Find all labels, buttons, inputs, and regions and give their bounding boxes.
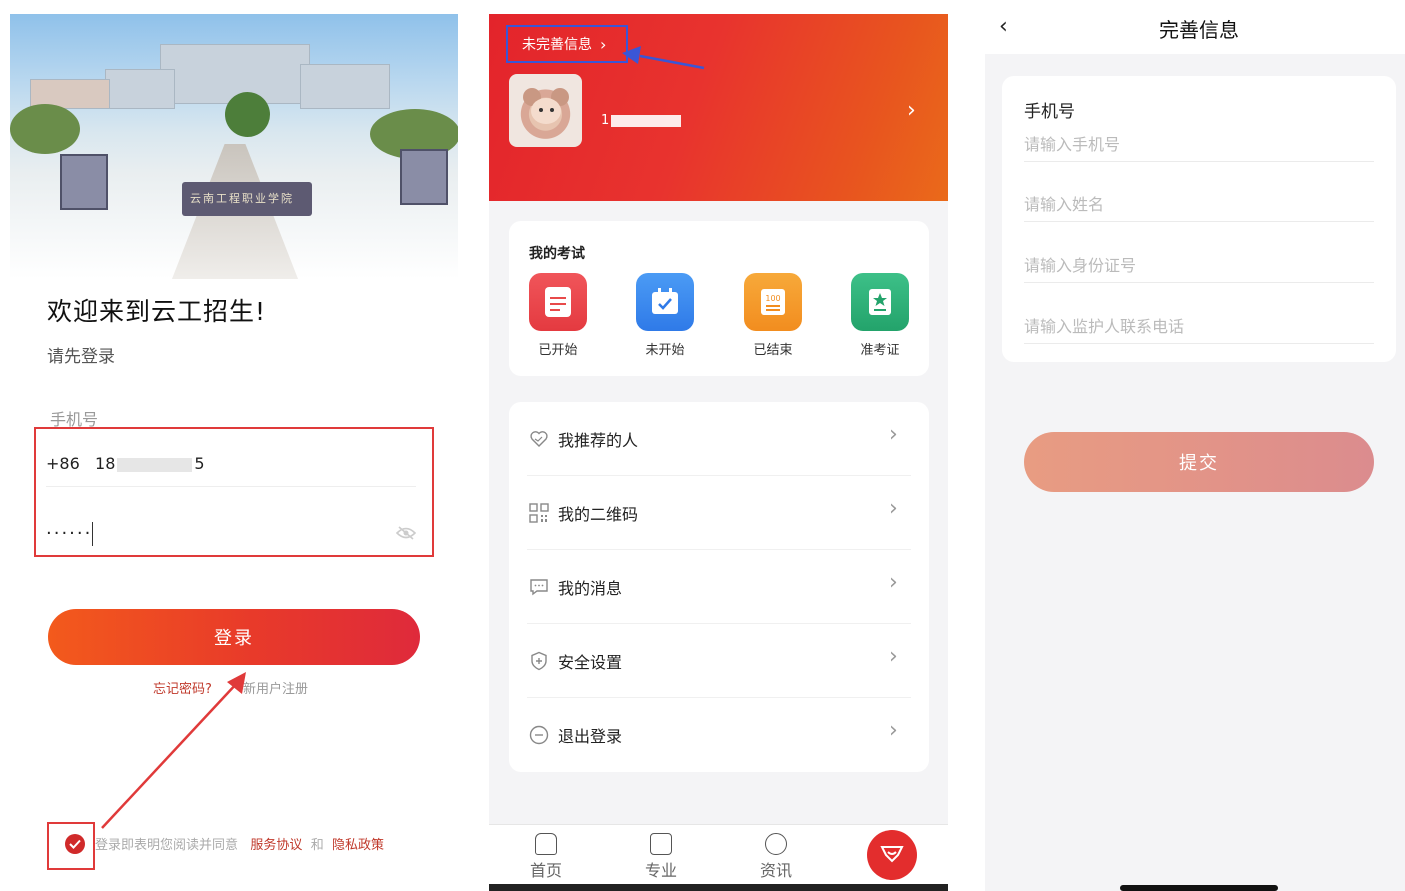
username: 1 bbox=[601, 113, 682, 128]
eye-hidden-icon[interactable] bbox=[396, 526, 416, 540]
phone-suffix: 5 bbox=[194, 454, 205, 473]
privacy-policy-link[interactable]: 隐私政策 bbox=[332, 838, 384, 853]
menu-item-security[interactable]: 安全设置 › bbox=[509, 624, 929, 698]
admission-ticket[interactable]: 准考证 bbox=[845, 273, 915, 358]
book-icon bbox=[650, 833, 672, 855]
tab-majors[interactable]: 专业 bbox=[631, 833, 691, 881]
complete-info-screen: 完善信息 ‹ 手机号 提交 bbox=[985, 0, 1405, 891]
home-indicator bbox=[489, 884, 948, 891]
back-chevron-icon[interactable]: ‹ bbox=[999, 14, 1008, 39]
username-redaction bbox=[611, 114, 682, 127]
admission-ticket-icon bbox=[851, 273, 909, 331]
profile-menu-card: 我推荐的人 › 我的二维码 › 我的消息 › 安全设置 › 退出登录 › bbox=[509, 402, 929, 772]
campus-banner-image: 云南工程职业学院 bbox=[10, 14, 458, 279]
consent-text: 登录即表明您阅读并同意 服务协议 和 隐私政策 bbox=[95, 834, 384, 853]
exam-not-started[interactable]: 未开始 bbox=[630, 273, 700, 358]
menu-label-referrals: 我推荐的人 bbox=[558, 431, 639, 450]
consent-label: 登录即表明您阅读并同意 bbox=[95, 838, 239, 853]
guardian-phone-field[interactable] bbox=[1024, 314, 1374, 344]
chevron-right-icon: › bbox=[889, 644, 898, 669]
tab-news-label: 资讯 bbox=[759, 861, 792, 880]
calendar-check-icon bbox=[636, 273, 694, 331]
menu-label-messages: 我的消息 bbox=[558, 579, 623, 598]
tab-home[interactable]: 首页 bbox=[516, 833, 576, 881]
shield-icon bbox=[531, 651, 547, 671]
exam-ended[interactable]: 100 已结束 bbox=[738, 273, 808, 358]
consent-and: 和 bbox=[310, 838, 324, 853]
incomplete-info-label: 未完善信息 bbox=[522, 37, 592, 53]
page-title: 完善信息 bbox=[1159, 18, 1239, 42]
register-link[interactable]: 新用户注册 bbox=[243, 678, 308, 697]
news-icon bbox=[765, 833, 787, 855]
password-input[interactable]: ······ bbox=[46, 522, 94, 546]
menu-label-security: 安全设置 bbox=[558, 653, 623, 672]
score-100-icon: 100 bbox=[744, 273, 802, 331]
tab-home-label: 首页 bbox=[529, 861, 562, 880]
home-icon bbox=[535, 833, 557, 855]
text-caret bbox=[92, 522, 94, 546]
exam-not-started-label: 未开始 bbox=[645, 343, 685, 358]
tab-mine-button[interactable] bbox=[867, 830, 917, 880]
document-icon bbox=[529, 273, 587, 331]
message-icon bbox=[530, 579, 548, 596]
checkbox-checked-icon[interactable] bbox=[65, 834, 85, 854]
password-mask: ······ bbox=[46, 523, 93, 544]
credentials-highlight-box bbox=[34, 427, 434, 557]
phone-redaction bbox=[117, 457, 193, 472]
id-number-field[interactable] bbox=[1024, 253, 1374, 283]
chevron-right-icon: › bbox=[600, 34, 607, 54]
info-form-card: 手机号 bbox=[1002, 76, 1396, 362]
username-prefix: 1 bbox=[601, 113, 610, 128]
chevron-right-icon: › bbox=[889, 422, 898, 447]
qr-code-icon bbox=[529, 503, 549, 523]
mine-icon bbox=[880, 845, 904, 862]
heart-handshake-icon bbox=[530, 431, 548, 447]
forgot-password-link[interactable]: 忘记密码? bbox=[153, 678, 212, 697]
avatar[interactable] bbox=[509, 74, 582, 147]
tab-majors-label: 专业 bbox=[644, 861, 677, 880]
menu-label-qr-code: 我的二维码 bbox=[558, 505, 639, 524]
chevron-right-icon: › bbox=[889, 496, 898, 521]
login-subtitle: 请先登录 bbox=[47, 347, 115, 367]
phone-field-label: 手机号 bbox=[1024, 102, 1075, 122]
submit-button[interactable]: 提交 bbox=[1024, 432, 1374, 492]
tab-news[interactable]: 资讯 bbox=[746, 833, 806, 881]
menu-item-logout[interactable]: 退出登录 › bbox=[509, 698, 929, 772]
service-agreement-link[interactable]: 服务协议 bbox=[250, 838, 302, 853]
profile-header: 未完善信息 › 1 › bbox=[489, 14, 948, 201]
campus-gate: 云南工程职业学院 bbox=[182, 182, 312, 216]
menu-item-qr-code[interactable]: 我的二维码 › bbox=[509, 476, 929, 550]
field-divider bbox=[46, 486, 416, 487]
login-screen: 云南工程职业学院 欢迎来到云工招生! 请先登录 手机号 +86 18 5 ····… bbox=[10, 14, 458, 891]
bottom-tab-bar: 首页 专业 资讯 bbox=[489, 824, 948, 891]
phone-prefix: 18 bbox=[95, 454, 116, 473]
incomplete-info-button[interactable]: 未完善信息 › bbox=[506, 25, 628, 63]
exam-section-title: 我的考试 bbox=[529, 246, 585, 262]
welcome-title: 欢迎来到云工招生! bbox=[47, 297, 267, 326]
country-code[interactable]: +86 bbox=[46, 454, 80, 473]
menu-item-messages[interactable]: 我的消息 › bbox=[509, 550, 929, 624]
phone-input[interactable]: +86 18 5 bbox=[46, 454, 205, 473]
exam-started[interactable]: 已开始 bbox=[523, 273, 593, 358]
login-button[interactable]: 登录 bbox=[48, 609, 420, 665]
menu-item-referrals[interactable]: 我推荐的人 › bbox=[509, 402, 929, 476]
chevron-right-icon: › bbox=[889, 570, 898, 595]
admission-ticket-label: 准考证 bbox=[860, 343, 900, 358]
svg-text:100: 100 bbox=[765, 294, 780, 303]
menu-label-logout: 退出登录 bbox=[558, 727, 623, 746]
exam-ended-label: 已结束 bbox=[753, 343, 793, 358]
phone-field[interactable] bbox=[1024, 132, 1374, 162]
chevron-right-icon: › bbox=[889, 718, 898, 743]
gate-sign: 云南工程职业学院 bbox=[190, 192, 294, 205]
logout-icon bbox=[529, 725, 549, 745]
exam-started-label: 已开始 bbox=[538, 343, 578, 358]
profile-chevron-icon[interactable]: › bbox=[907, 98, 916, 123]
profile-screen: 未完善信息 › 1 › 我的考试 已开始 未开始 100 已结束 准考证 我推荐… bbox=[489, 14, 948, 891]
my-exams-card: 我的考试 已开始 未开始 100 已结束 准考证 bbox=[509, 221, 929, 376]
name-field[interactable] bbox=[1024, 192, 1374, 222]
home-indicator bbox=[1120, 885, 1278, 891]
info-header: 完善信息 ‹ bbox=[985, 0, 1405, 54]
